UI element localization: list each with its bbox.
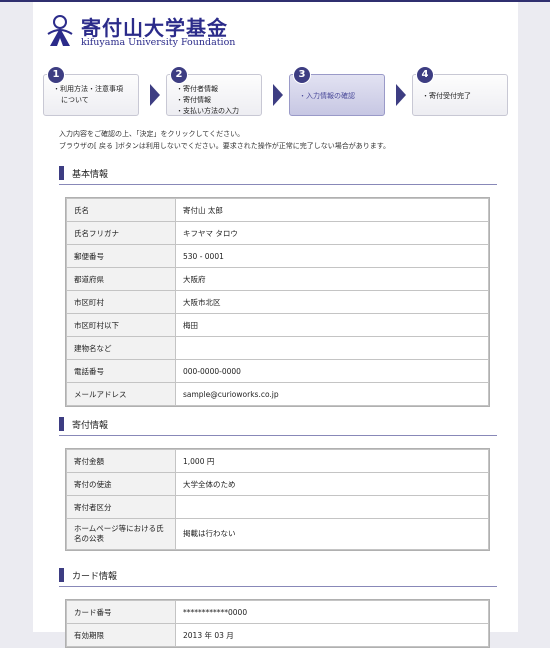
row-value [175,336,489,360]
row-label: 有効期限 [66,623,176,647]
step-4-label: ・寄付受付完了 [422,92,471,100]
step-3-current: 3 ・入力情報の確認 [289,66,385,116]
step-arrow-icon [396,84,406,106]
university-emblem-icon [47,15,73,46]
row-value: 梅田 [175,313,489,337]
table-row: 氏名 寄付山 太郎 [66,198,489,222]
table-row: 建物名など [66,336,489,360]
row-label: 郵便番号 [66,244,176,268]
row-label: 市区町村以下 [66,313,176,337]
table-row: ホームページ等における氏名の公表 掲載は行わない [66,518,489,550]
section-basic-info: 基本情報 [59,162,497,185]
progress-steps: 1 ・利用方法・注意事項 について 2 ・寄付者情報 ・寄付情報 ・支払い方法の… [43,64,509,120]
row-value: ************0000 [175,600,489,624]
step-1-number: 1 [47,66,65,84]
row-value: キフヤマ タロウ [175,221,489,245]
site-logo[interactable]: 寄付山大学基金 kifuyama University Foundation [47,12,307,52]
row-value: 1,000 円 [175,449,489,473]
step-1: 1 ・利用方法・注意事項 について [43,66,139,116]
table-row: 氏名フリガナ キフヤマ タロウ [66,221,489,245]
card-info-table: カード番号 ************0000 有効期限 2013 年 03 月 [65,599,490,648]
basic-info-table: 氏名 寄付山 太郎 氏名フリガナ キフヤマ タロウ 郵便番号 530 - 0001 都… [65,197,490,407]
section-marker [59,166,64,180]
row-label: 寄付の使途 [66,472,176,496]
row-value: 掲載は行わない [175,518,489,550]
row-value [175,495,489,519]
row-value: 寄付山 太郎 [175,198,489,222]
row-label: 寄付金額 [66,449,176,473]
page-container: 寄付山大学基金 kifuyama University Foundation 1… [33,2,518,648]
notice-line-1: 入力内容をご確認の上、「決定」をクリックしてください。 [59,130,245,138]
row-value: 2013 年 03 月 [175,623,489,647]
section-card-info: カード情報 [59,564,497,587]
row-value: 大学全体のため [175,472,489,496]
row-label: 市区町村 [66,290,176,314]
table-row: 市区町村以下 梅田 [66,313,489,337]
table-row: カード番号 ************0000 [66,600,489,624]
step-3-number: 3 [293,66,311,84]
row-label: 氏名 [66,198,176,222]
row-label: 氏名フリガナ [66,221,176,245]
section-marker [59,417,64,431]
step-4-number: 4 [416,66,434,84]
table-row: 電話番号 000-0000-0000 [66,359,489,383]
step-2-number: 2 [170,66,188,84]
row-label: メールアドレス [66,382,176,406]
table-row: メールアドレス sample@curioworks.co.jp [66,382,489,406]
table-row: 有効期限 2013 年 03 月 [66,623,489,647]
row-value: 大阪府 [175,267,489,291]
table-row: 寄付者区分 [66,495,489,519]
notice-line-2: ブラウザの[ 戻る ]ボタンは利用しないでください。要求された操作が正常に完了し… [59,141,391,150]
section-title: カード情報 [72,572,118,582]
row-value: sample@curioworks.co.jp [175,382,489,406]
table-row: 市区町村 大阪市北区 [66,290,489,314]
row-label: 建物名など [66,336,176,360]
row-label: 都道府県 [66,267,176,291]
row-value: 大阪市北区 [175,290,489,314]
row-label: カード番号 [66,600,176,624]
table-row: 郵便番号 530 - 0001 [66,244,489,268]
step-arrow-icon [150,84,160,106]
step-3-label: ・入力情報の確認 [299,92,355,100]
row-label: ホームページ等における氏名の公表 [66,518,176,550]
row-value: 530 - 0001 [175,244,489,268]
logo-subtitle: kifuyama University Foundation [81,37,236,48]
step-4: 4 ・寄付受付完了 [412,66,508,116]
confirmation-notice: 入力内容をご確認の上、「決定」をクリックしてください。 ブラウザの[ 戻る ]ボ… [59,129,390,152]
step-arrow-icon [273,84,283,106]
row-label: 寄付者区分 [66,495,176,519]
section-marker [59,568,64,582]
table-row: 都道府県 大阪府 [66,267,489,291]
table-row: 寄付の使途 大学全体のため [66,472,489,496]
section-title: 基本情報 [72,170,109,180]
step-2: 2 ・寄付者情報 ・寄付情報 ・支払い方法の入力 [166,66,262,116]
section-donation-info: 寄付情報 [59,413,497,436]
section-title: 寄付情報 [72,421,109,431]
row-label: 電話番号 [66,359,176,383]
step-1-label: ・利用方法・注意事項 について [53,85,123,104]
row-value: 000-0000-0000 [175,359,489,383]
table-row: 寄付金額 1,000 円 [66,449,489,473]
step-2-label: ・寄付者情報 ・寄付情報 ・支払い方法の入力 [176,85,239,115]
donation-info-table: 寄付金額 1,000 円 寄付の使途 大学全体のため 寄付者区分 ホームページ等にお… [65,448,490,551]
